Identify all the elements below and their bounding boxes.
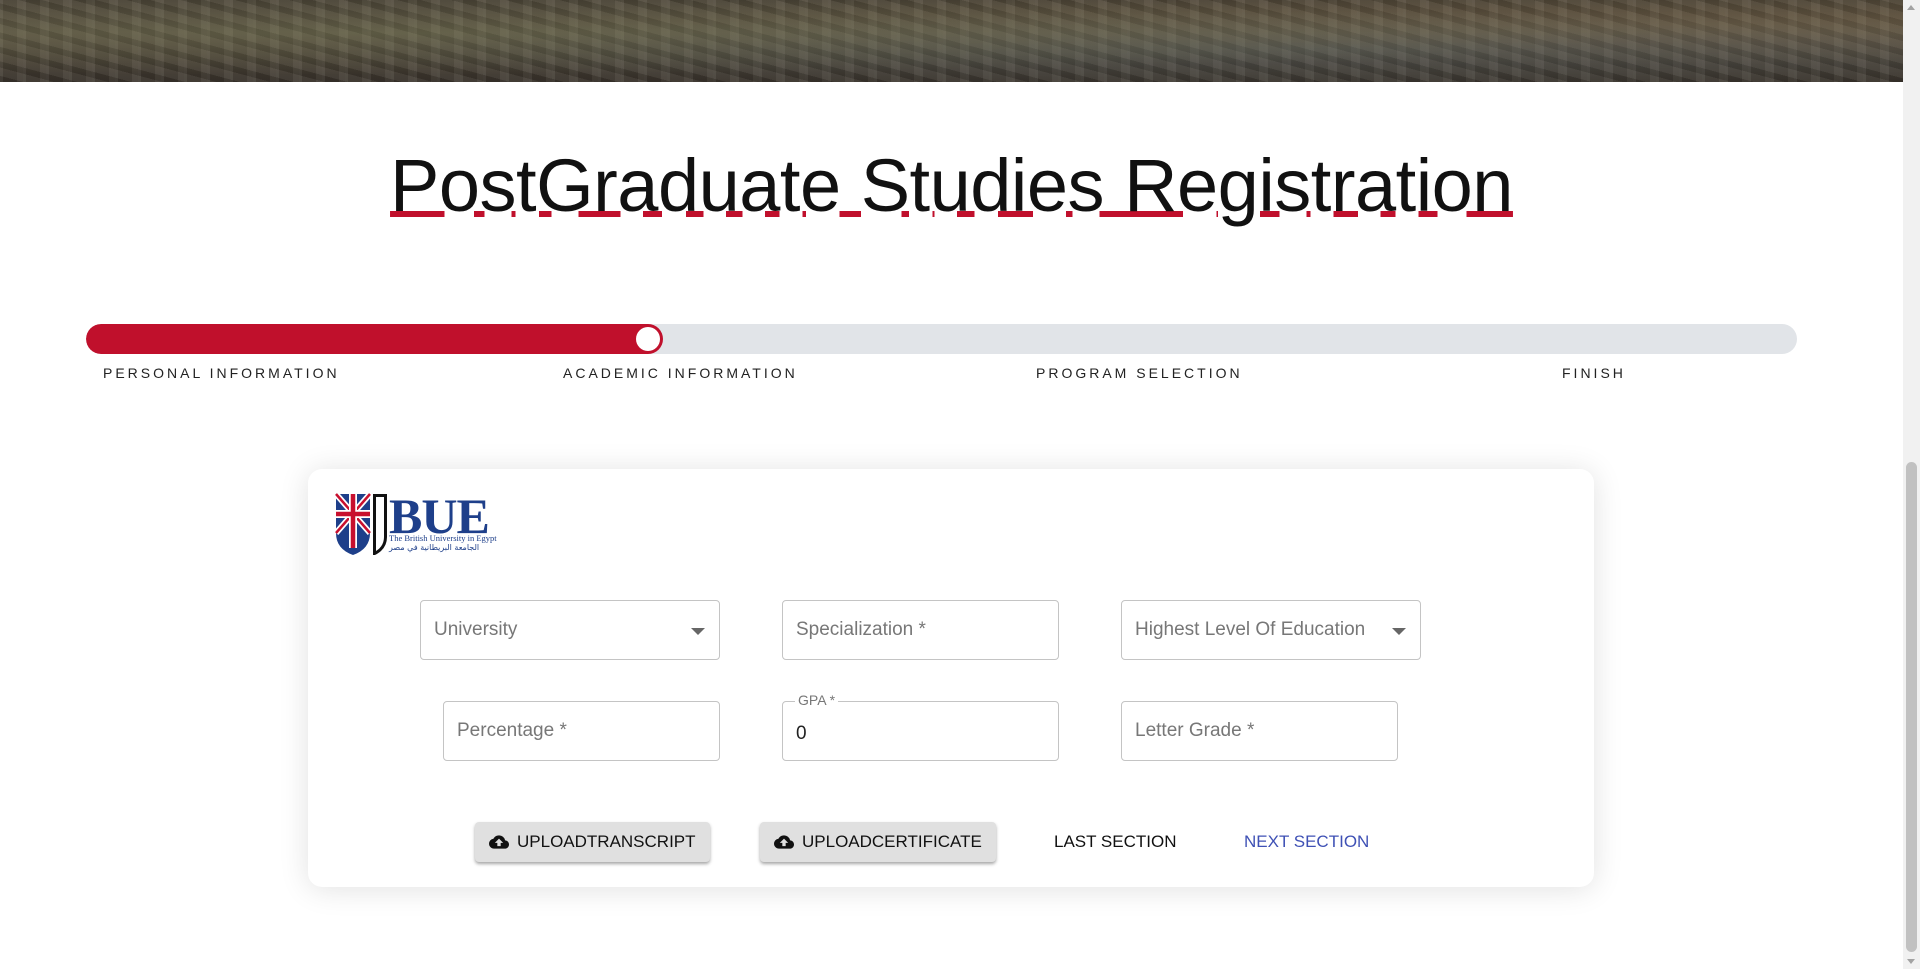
logo-arabic-subtitle: الجامعة البريطانية في مصر [389, 543, 480, 552]
gpa-value: 0 [796, 723, 807, 744]
cloud-upload-icon [489, 832, 509, 852]
letter-grade-placeholder: Letter Grade * [1135, 720, 1255, 741]
upload-certificate-button[interactable]: UPLOADCERTIFICATE [760, 822, 996, 862]
scroll-up-icon[interactable] [1907, 5, 1915, 10]
upload-transcript-label: UPLOADTRANSCRIPT [517, 832, 696, 851]
step-program-selection: PROGRAM SELECTION [1036, 365, 1243, 381]
chevron-down-icon [691, 628, 705, 635]
upload-transcript-button[interactable]: UPLOADTRANSCRIPT [475, 822, 710, 862]
university-placeholder: University [434, 619, 518, 640]
percentage-placeholder: Percentage * [457, 720, 567, 741]
last-section-button[interactable]: LAST SECTION [1054, 822, 1177, 862]
step-academic-information: ACADEMIC INFORMATION [563, 365, 798, 381]
education-level-placeholder: Highest Level Of Education [1135, 619, 1366, 640]
gpa-input[interactable]: GPA * 0 [782, 692, 1059, 761]
bue-logo: BUE The British University in Egypt الجا… [333, 488, 507, 555]
university-select[interactable]: University [420, 600, 720, 660]
page-title: PostGraduate Studies Registration [390, 144, 1513, 227]
progress-knob [636, 327, 660, 351]
progress-fill [86, 324, 663, 354]
page-scrollbar[interactable] [1903, 0, 1920, 969]
step-personal-information: PERSONAL INFORMATION [103, 365, 340, 381]
hero-banner-image [0, 0, 1903, 82]
chevron-down-icon [1392, 628, 1406, 635]
education-level-select[interactable]: Highest Level Of Education [1121, 600, 1421, 660]
next-section-button[interactable]: NEXT SECTION [1244, 822, 1369, 862]
letter-grade-input[interactable]: Letter Grade * [1121, 701, 1398, 761]
percentage-input[interactable]: Percentage * [443, 701, 720, 761]
logo-english-subtitle: The British University in Egypt [389, 533, 497, 543]
scrollbar-thumb[interactable] [1906, 462, 1917, 952]
specialization-input[interactable]: Specialization * [782, 600, 1059, 660]
cloud-upload-icon [774, 832, 794, 852]
scroll-down-icon[interactable] [1907, 959, 1915, 964]
specialization-placeholder: Specialization * [796, 619, 926, 640]
step-finish: FINISH [1562, 365, 1626, 381]
upload-certificate-label: UPLOADCERTIFICATE [802, 832, 982, 851]
progress-track [86, 324, 1797, 354]
gpa-label: GPA * [795, 692, 839, 708]
